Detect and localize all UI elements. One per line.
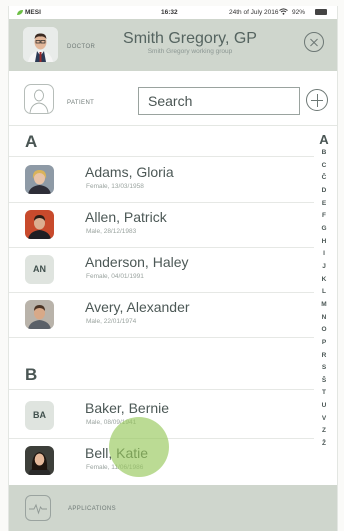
patient-name: Avery, Alexander	[85, 299, 190, 315]
index-letter[interactable]: Ž	[314, 438, 334, 451]
index-letter[interactable]: G	[314, 223, 334, 236]
status-bar: MESI 16:32 24th of July 2016 92%	[9, 6, 337, 19]
index-letter[interactable]: D	[314, 185, 334, 198]
index-letter[interactable]: Š	[314, 375, 334, 388]
index-letter[interactable]: I	[314, 248, 334, 261]
patient-avatar-placeholder-icon	[24, 84, 54, 114]
index-letter[interactable]: U	[314, 400, 334, 413]
patient-bar: PATIENT Search	[9, 71, 337, 126]
carrier-logo-icon	[17, 10, 23, 15]
patient-avatar	[25, 300, 54, 329]
index-letter[interactable]: B	[314, 147, 334, 160]
patient-avatar	[25, 210, 54, 239]
index-letter[interactable]: Z	[314, 425, 334, 438]
index-letter[interactable]: C	[314, 160, 334, 173]
doctor-name[interactable]: Smith Gregory, GP	[9, 30, 337, 48]
index-letter[interactable]: L	[314, 286, 334, 299]
applications-bar[interactable]: APPLICATIONS	[9, 485, 337, 531]
date: 24th of July 2016	[229, 9, 279, 16]
applications-label: APPLICATIONS	[68, 506, 117, 512]
index-letter[interactable]: J	[314, 261, 334, 274]
section-header-a: A	[25, 132, 38, 151]
battery-percent: 92%	[292, 9, 306, 16]
divider	[9, 156, 314, 157]
pulse-icon[interactable]	[25, 495, 51, 521]
index-letter[interactable]: P	[314, 337, 334, 350]
index-letter[interactable]: H	[314, 236, 334, 249]
divider	[9, 337, 314, 338]
section-header-b: B	[25, 365, 38, 384]
index-letter[interactable]: Č	[314, 172, 334, 185]
patient-name: Allen, Patrick	[85, 209, 167, 225]
patient-row[interactable]: Allen, Patrick Male, 28/12/1983	[9, 203, 314, 247]
index-letter[interactable]: O	[314, 324, 334, 337]
patient-avatar	[25, 446, 54, 475]
patient-name: Adams, Gloria	[85, 164, 174, 180]
patient-row[interactable]: AN Anderson, Haley Female, 04/01/1991	[9, 248, 314, 292]
search-input[interactable]: Search	[138, 87, 300, 115]
index-letter[interactable]: F	[314, 210, 334, 223]
patient-initials-avatar: BA	[25, 401, 54, 430]
app-frame: MESI 16:32 24th of July 2016 92% DOCTOR …	[8, 6, 338, 531]
divider	[9, 389, 314, 390]
index-letter[interactable]: E	[314, 198, 334, 211]
patient-role-label: PATIENT	[67, 100, 95, 106]
patient-name: Baker, Bernie	[85, 400, 170, 416]
index-letter[interactable]: M	[314, 299, 334, 312]
index-letter[interactable]: N	[314, 312, 334, 325]
patient-avatar	[25, 165, 54, 194]
patient-name: Anderson, Haley	[85, 254, 189, 270]
patient-details: Male, 22/01/1974	[86, 318, 137, 325]
patient-list: A Adams, Gloria Female, 13/03/1958 Allen…	[9, 125, 314, 485]
patient-details: Male, 28/12/1983	[86, 228, 137, 235]
close-icon[interactable]	[304, 32, 324, 52]
touch-indicator	[109, 417, 169, 477]
index-letter[interactable]: K	[314, 274, 334, 287]
patient-initials-avatar: AN	[25, 255, 54, 284]
index-letter[interactable]: V	[314, 413, 334, 426]
index-letter[interactable]: S	[314, 362, 334, 375]
index-letter[interactable]: R	[314, 350, 334, 363]
doctor-header: DOCTOR Smith Gregory, GP Smith Gregory w…	[9, 19, 337, 71]
index-letter[interactable]: T	[314, 387, 334, 400]
clock: 16:32	[161, 9, 178, 16]
patient-details: Female, 13/03/1958	[86, 183, 144, 190]
index-letter[interactable]: A	[314, 132, 334, 147]
alphabet-index[interactable]: ABCČDEFGHIJKLMNOPRSŠTUVZŽ	[314, 132, 334, 492]
doctor-group: Smith Gregory working group	[147, 48, 233, 55]
battery-icon	[315, 9, 327, 15]
carrier-label: MESI	[17, 9, 41, 16]
patient-row[interactable]: Avery, Alexander Male, 22/01/1974	[9, 293, 314, 337]
patient-details: Female, 04/01/1991	[86, 273, 144, 280]
wifi-icon	[279, 8, 288, 17]
carrier-name: MESI	[25, 9, 41, 16]
patient-row[interactable]: Adams, Gloria Female, 13/03/1958	[9, 158, 314, 202]
add-patient-icon[interactable]	[306, 89, 328, 111]
